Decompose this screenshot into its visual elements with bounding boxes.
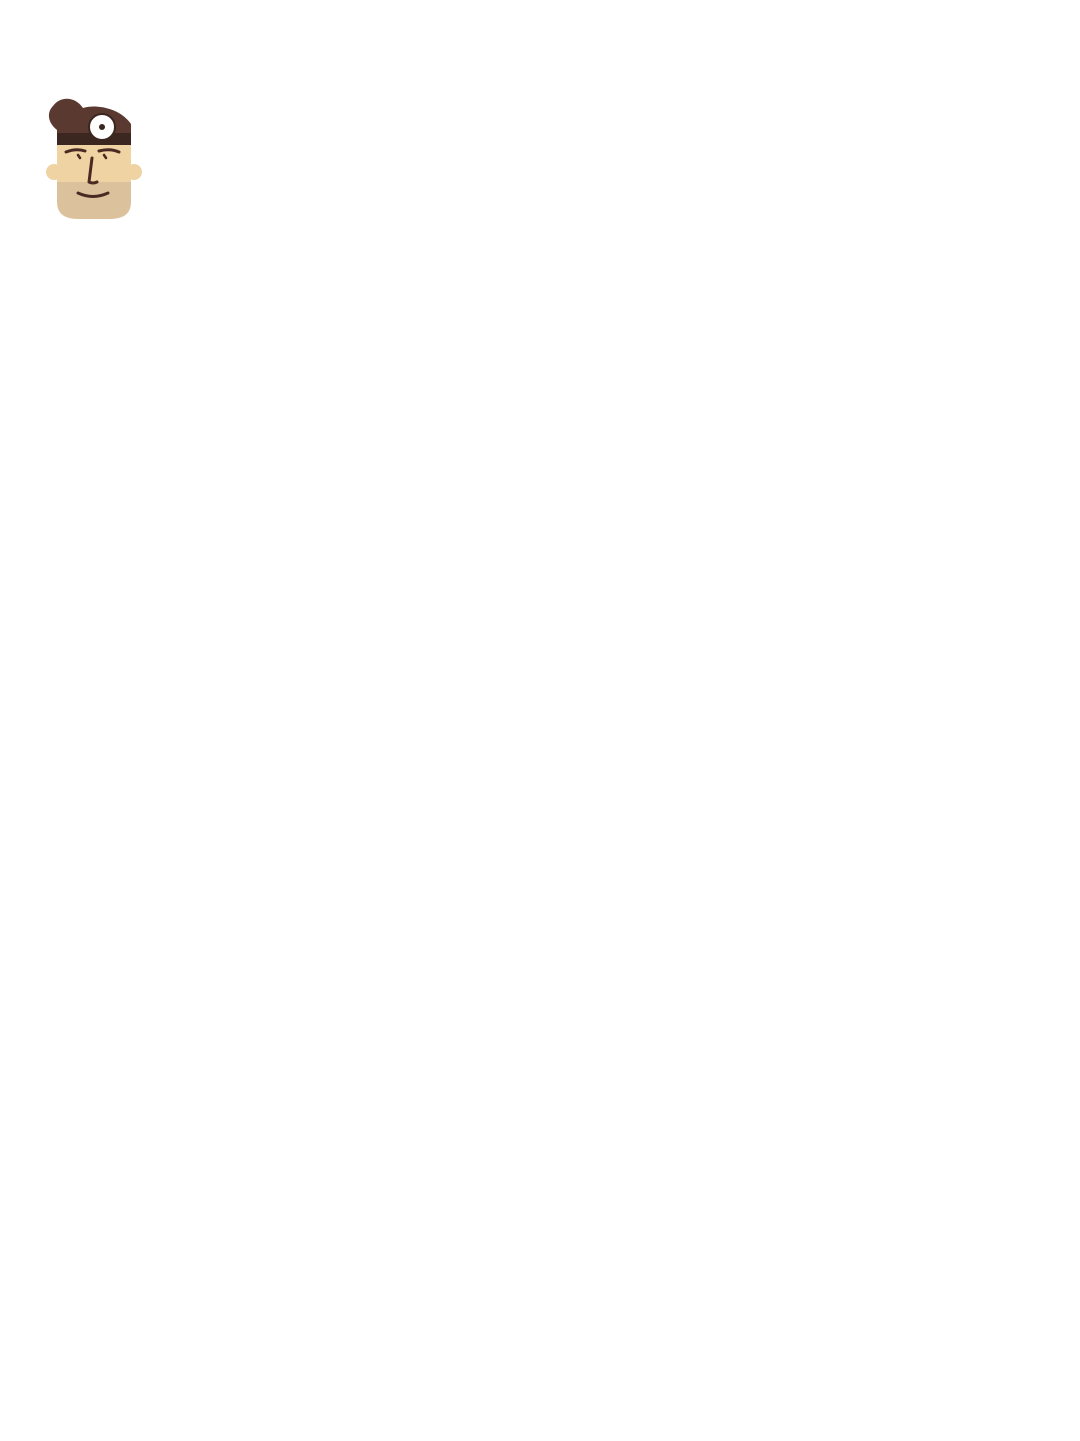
right-eye (102, 153, 108, 160)
face-upper (57, 142, 131, 182)
head-mirror-center (99, 124, 105, 130)
app-screen (0, 0, 1080, 1441)
doctor-avatar[interactable] (40, 92, 148, 228)
doctor-avatar-icon (46, 98, 142, 219)
left-eye (76, 153, 82, 160)
face-lower (57, 182, 131, 219)
